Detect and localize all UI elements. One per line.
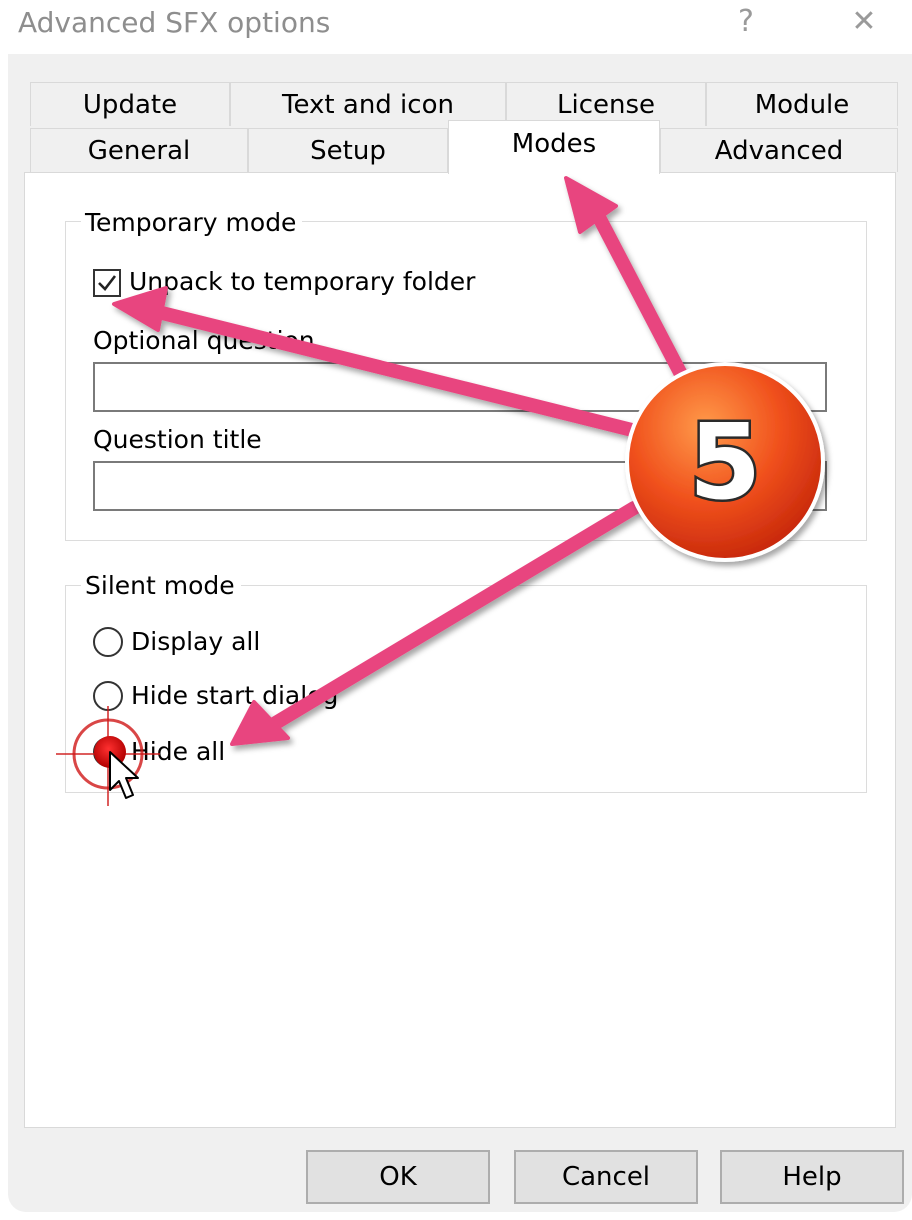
close-icon[interactable]: ✕ <box>840 4 888 39</box>
dialog-window: Advanced SFX options ? ✕ Update Text and… <box>8 0 912 1212</box>
question-title-input[interactable] <box>93 461 827 511</box>
cancel-button[interactable]: Cancel <box>514 1150 698 1204</box>
modes-panel: Temporary mode Unpack to temporary folde… <box>24 172 896 1128</box>
checkmark-icon <box>98 275 117 291</box>
tab-modes[interactable]: Modes <box>448 120 660 174</box>
optional-question-label: Optional question <box>93 326 315 355</box>
tab-advanced[interactable]: Advanced <box>660 128 898 172</box>
radio-display-all[interactable] <box>93 627 123 657</box>
radio-hide-all[interactable] <box>93 737 123 767</box>
help-button[interactable]: Help <box>720 1150 904 1204</box>
window-title: Advanced SFX options <box>18 6 331 39</box>
question-title-label: Question title <box>93 425 262 454</box>
title-bar: Advanced SFX options ? ✕ <box>8 0 912 54</box>
unpack-checkbox-label[interactable]: Unpack to temporary folder <box>129 267 475 297</box>
tab-general[interactable]: General <box>30 128 248 172</box>
tab-update[interactable]: Update <box>30 82 230 126</box>
radio-hide-start-dialog-label[interactable]: Hide start dialog <box>131 681 338 711</box>
tab-setup[interactable]: Setup <box>248 128 448 172</box>
unpack-checkbox[interactable] <box>93 269 121 297</box>
ok-button[interactable]: OK <box>306 1150 490 1204</box>
radio-hide-all-label[interactable]: Hide all <box>131 737 225 767</box>
optional-question-input[interactable] <box>93 362 827 412</box>
radio-hide-start-dialog[interactable] <box>93 681 123 711</box>
temporary-mode-legend: Temporary mode <box>81 208 303 238</box>
radio-display-all-label[interactable]: Display all <box>131 627 260 657</box>
silent-mode-legend: Silent mode <box>81 571 241 601</box>
tab-module[interactable]: Module <box>706 82 898 126</box>
help-title-button[interactable]: ? <box>722 4 770 39</box>
